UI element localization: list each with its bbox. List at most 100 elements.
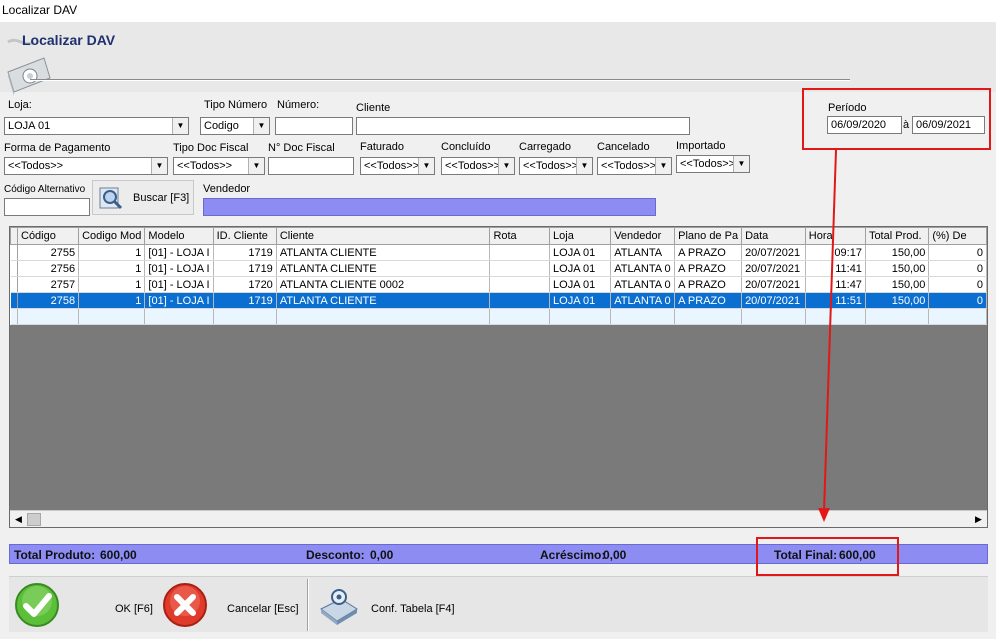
chevron-down-icon[interactable]: ▼ <box>151 158 167 174</box>
row-indicator[interactable] <box>10 260 18 277</box>
column-header[interactable]: Plano de Pa <box>674 227 743 245</box>
table-cell: 0 <box>928 244 987 261</box>
column-header[interactable]: Código <box>16 227 80 245</box>
form-header: Localizar DAV <box>0 22 996 96</box>
tipo-numero-select[interactable]: Codigo ▼ <box>200 117 270 135</box>
scroll-thumb[interactable] <box>27 513 41 526</box>
table-cell <box>489 260 551 277</box>
cancelar-label: Cancelar [Esc] <box>227 603 299 615</box>
table-row[interactable]: 2758 1 [01] - LOJA I 1719 ATLANTA CLIENTE LOJ… <box>10 292 987 309</box>
carregado-select[interactable]: <<Todos>> ▼ <box>519 157 593 175</box>
concluido-select[interactable]: <<Todos>> ▼ <box>441 157 515 175</box>
column-header[interactable]: Vendedor <box>610 227 676 245</box>
table-cell <box>805 308 866 325</box>
table-cell: 1720 <box>213 276 277 293</box>
vendedor-input[interactable] <box>203 198 656 216</box>
column-header[interactable]: Rota <box>489 227 551 245</box>
buscar-button[interactable]: Buscar [F3] <box>92 180 194 215</box>
cancelar-button[interactable]: Cancelar [Esc] <box>161 581 306 629</box>
column-header[interactable]: (%) De <box>928 227 987 245</box>
scroll-right-icon[interactable]: ▶ <box>971 512 986 527</box>
table-cell: ATLANTA CLIENTE 0002 <box>276 276 491 293</box>
column-header[interactable]: Data <box>741 227 806 245</box>
row-indicator[interactable] <box>10 292 18 309</box>
table-cell: A PRAZO <box>674 260 743 277</box>
periodo-highlight-box <box>802 88 991 150</box>
cliente-input[interactable] <box>356 117 690 135</box>
table-row[interactable]: 2755 1 [01] - LOJA I 1719 ATLANTA CLIENTE LOJ… <box>10 244 987 261</box>
table-row[interactable]: 2756 1 [01] - LOJA I 1719 ATLANTA CLIENTE LOJ… <box>10 260 987 277</box>
total-produto-label: Total Produto: <box>14 548 96 562</box>
faturado-select[interactable]: <<Todos>> ▼ <box>360 157 435 175</box>
ok-button[interactable]: OK [F6] <box>13 581 163 629</box>
carregado-label: Carregado <box>519 141 571 153</box>
table-cell <box>928 308 987 325</box>
forma-pagamento-select[interactable]: <<Todos>> ▼ <box>4 157 168 175</box>
chevron-down-icon[interactable]: ▼ <box>655 158 671 174</box>
loja-select[interactable]: LOJA 01 ▼ <box>4 117 189 135</box>
row-indicator[interactable] <box>10 276 18 293</box>
table-cell <box>144 308 214 325</box>
scroll-left-icon[interactable]: ◀ <box>11 512 26 527</box>
tipo-doc-fiscal-value: <<Todos>> <box>177 160 233 172</box>
table-cell: 20/07/2021 <box>741 292 806 309</box>
cancelado-select[interactable]: <<Todos>> ▼ <box>597 157 672 175</box>
conf-tabela-button[interactable]: Conf. Tabela [F4] <box>315 581 465 629</box>
tipo-numero-label: Tipo Número <box>204 99 268 111</box>
row-indicator[interactable] <box>10 244 18 261</box>
table-cell <box>489 276 551 293</box>
tipo-doc-fiscal-label: Tipo Doc Fiscal <box>173 142 249 154</box>
table-cell: 0 <box>928 292 987 309</box>
chevron-down-icon[interactable]: ▼ <box>576 158 592 174</box>
horizontal-scrollbar[interactable]: ◀ ▶ <box>10 510 987 527</box>
dav-grid[interactable]: Código Codigo Mod Modelo ID. Cliente Cliente… <box>9 226 988 528</box>
vendedor-label: Vendedor <box>203 183 251 195</box>
total-final-highlight-box <box>756 537 899 576</box>
row-indicator-header <box>10 227 18 245</box>
column-header[interactable]: Codigo Mod <box>78 227 146 245</box>
table-cell <box>674 308 743 325</box>
action-bar: OK [F6] Cancelar [Esc] Conf. Tabela [F4] <box>9 576 988 632</box>
empty-row[interactable] <box>10 308 987 325</box>
desconto-label: Desconto: <box>306 548 365 562</box>
loja-label: Loja: <box>8 99 32 111</box>
table-cell: [01] - LOJA I <box>144 244 214 261</box>
column-header[interactable]: Total Prod. <box>864 227 930 245</box>
table-cell: 20/07/2021 <box>741 276 806 293</box>
numero-input[interactable] <box>275 117 353 135</box>
column-header[interactable]: ID. Cliente <box>212 227 277 245</box>
column-header[interactable]: Loja <box>549 227 612 245</box>
table-cell: [01] - LOJA I <box>144 260 214 277</box>
column-header[interactable]: Cliente <box>275 227 491 245</box>
chevron-down-icon[interactable]: ▼ <box>498 158 514 174</box>
table-row[interactable]: 2757 1 [01] - LOJA I 1720 ATLANTA CLIENTE 00… <box>10 276 987 293</box>
n-doc-fiscal-input[interactable] <box>268 157 354 175</box>
tipo-numero-value: Codigo <box>204 120 239 132</box>
table-cell: 150,00 <box>865 244 930 261</box>
table-cell <box>741 308 806 325</box>
importado-value: <<Todos>> <box>680 158 736 170</box>
importado-select[interactable]: <<Todos>> ▼ <box>676 155 750 173</box>
chevron-down-icon[interactable]: ▼ <box>253 118 269 134</box>
codigo-alternativo-input[interactable] <box>4 198 90 216</box>
concluido-label: Concluído <box>441 141 491 153</box>
column-header[interactable]: Hora <box>804 227 866 245</box>
table-cell: 150,00 <box>865 260 930 277</box>
table-cell: 1 <box>78 292 146 309</box>
chevron-down-icon[interactable]: ▼ <box>418 158 434 174</box>
conf-tabela-label: Conf. Tabela [F4] <box>371 603 455 615</box>
table-cell: 20/07/2021 <box>741 260 806 277</box>
chevron-down-icon[interactable]: ▼ <box>172 118 188 134</box>
table-cell: 11:47 <box>805 276 866 293</box>
tipo-doc-fiscal-select[interactable]: <<Todos>> ▼ <box>173 157 265 175</box>
chevron-down-icon[interactable]: ▼ <box>733 156 749 172</box>
table-cell <box>489 308 551 325</box>
chevron-down-icon[interactable]: ▼ <box>248 158 264 174</box>
table-cell <box>10 308 18 325</box>
table-cell: 09:17 <box>805 244 866 261</box>
table-cell: 11:41 <box>805 260 866 277</box>
header-divider <box>30 79 850 81</box>
table-cell: ATLANTA 0 <box>610 276 676 293</box>
table-cell: 2757 <box>17 276 80 293</box>
column-header[interactable]: Modelo <box>144 227 214 245</box>
